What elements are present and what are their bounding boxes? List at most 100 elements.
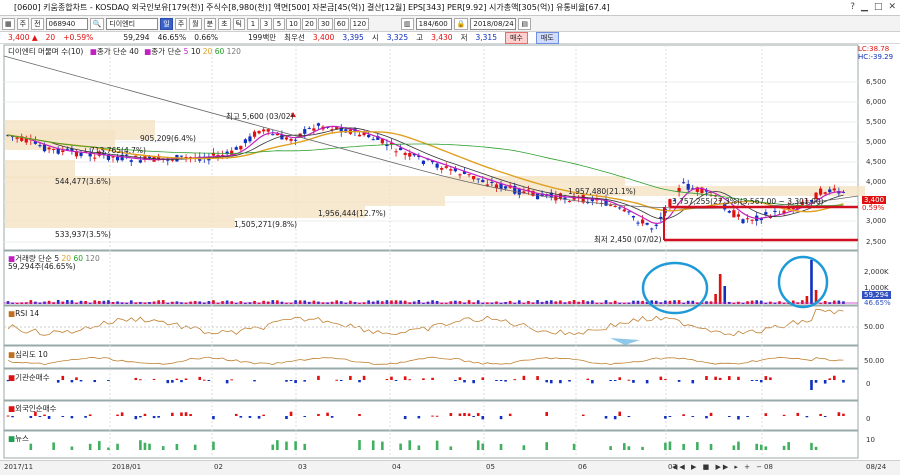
chart-canvas[interactable]	[0, 0, 900, 475]
inst-bar	[166, 380, 170, 384]
foreign-panel-title: ■외국인순매수	[8, 404, 57, 413]
volume-bar	[161, 300, 165, 304]
candle-body	[367, 134, 371, 138]
foreign-bar	[29, 416, 33, 419]
highlight-circle	[777, 255, 829, 309]
vp-label-6: 533,937(3.5%)	[55, 230, 111, 239]
inst-bar	[842, 380, 845, 383]
news-bar	[609, 446, 612, 450]
candle-body	[650, 228, 654, 230]
price-tick: 6,000	[866, 98, 887, 106]
candle-body	[271, 134, 275, 136]
inst-bar	[180, 380, 183, 383]
inst-bar	[828, 378, 832, 380]
candle-body	[736, 214, 741, 217]
news-tick: 10	[866, 436, 875, 444]
volume-bar	[84, 300, 87, 304]
hc-label: HC:-39.29	[858, 53, 894, 61]
inst-bar	[833, 375, 836, 380]
news-bar	[435, 440, 439, 450]
inst-bar	[134, 377, 138, 380]
foreign-bar	[618, 411, 622, 416]
candle-body	[93, 157, 97, 159]
news-bar	[381, 441, 384, 450]
volume-bar	[431, 300, 434, 304]
price-tick: 5,500	[866, 118, 887, 126]
rsi-panel-title: ■RSI 14	[8, 309, 40, 318]
foreign-bar	[668, 416, 672, 417]
inst-bar	[70, 380, 74, 383]
candle-body	[832, 188, 836, 191]
foreign-bar	[604, 416, 608, 419]
inst-bar	[759, 380, 763, 383]
candle-body	[421, 160, 426, 165]
news-bar	[499, 443, 503, 450]
rsi-line	[7, 308, 844, 337]
news-bar	[545, 442, 548, 450]
volume-profile-bar	[5, 160, 75, 178]
scroll-controls[interactable]: ◀◀ ▶ ■ ▶▶ ▸ + −	[672, 463, 764, 471]
inst-bar	[499, 380, 503, 381]
foreign-bar	[545, 412, 548, 416]
candle-body	[316, 123, 321, 126]
volume-profile-bar	[5, 186, 865, 196]
inst-bar	[613, 380, 617, 381]
candle-body	[645, 222, 649, 225]
inst-bar	[294, 380, 297, 384]
candle-body	[476, 178, 480, 180]
news-bar	[696, 442, 699, 450]
inst-panel-title: ■기관순매수	[8, 373, 50, 382]
candle-body	[686, 183, 690, 190]
candle-body	[481, 179, 485, 183]
volume-tick-0: 2,000K	[864, 268, 889, 276]
volume-bar	[755, 300, 758, 304]
foreign-bar	[285, 416, 288, 419]
inst-bar	[139, 379, 142, 381]
volume-bar	[518, 300, 521, 304]
news-bar	[668, 441, 672, 450]
candle-body	[38, 145, 42, 147]
foreign-bar	[476, 413, 480, 416]
inst-bar	[810, 380, 813, 390]
foreign-bar	[691, 416, 695, 417]
candle-body	[828, 189, 832, 193]
news-bar	[285, 441, 288, 450]
foreign-bar	[709, 412, 713, 416]
news-bar	[764, 446, 768, 450]
price-tick: 3,000	[866, 217, 887, 225]
news-bar	[476, 440, 480, 450]
volume-bar	[632, 300, 635, 304]
rsi-tick: 50.00	[864, 323, 885, 331]
foreign-bar	[257, 416, 261, 419]
inst-bar	[225, 380, 229, 384]
foreign-bar	[143, 413, 147, 416]
volume-bar	[673, 300, 676, 304]
candle-body	[129, 160, 133, 162]
inst-bar	[79, 380, 83, 382]
news-bar	[371, 440, 375, 450]
candle-body	[234, 147, 238, 150]
volume-bar	[403, 300, 407, 304]
foreign-bar	[472, 416, 475, 418]
volume-bar	[394, 300, 398, 304]
volume-bar	[527, 300, 530, 304]
vp-label-2: 544,477(3.6%)	[55, 177, 111, 186]
volume-bar	[759, 300, 763, 304]
foreign-bar	[819, 413, 822, 416]
news-bar	[116, 443, 119, 450]
volume-bar	[294, 300, 297, 304]
volume-bar	[239, 301, 243, 304]
inst-bar	[403, 376, 407, 380]
volume-bar	[367, 300, 370, 304]
inst-bar	[618, 377, 622, 380]
inst-bar	[755, 380, 758, 381]
inst-bar	[431, 377, 434, 380]
foreign-bar	[289, 411, 293, 416]
volume-bar	[399, 300, 402, 304]
inst-bar	[586, 378, 590, 380]
inst-bar	[495, 380, 498, 381]
news-bar	[408, 440, 412, 450]
news-bar	[623, 443, 626, 450]
inst-bar	[536, 376, 539, 380]
inst-bar	[303, 380, 307, 382]
